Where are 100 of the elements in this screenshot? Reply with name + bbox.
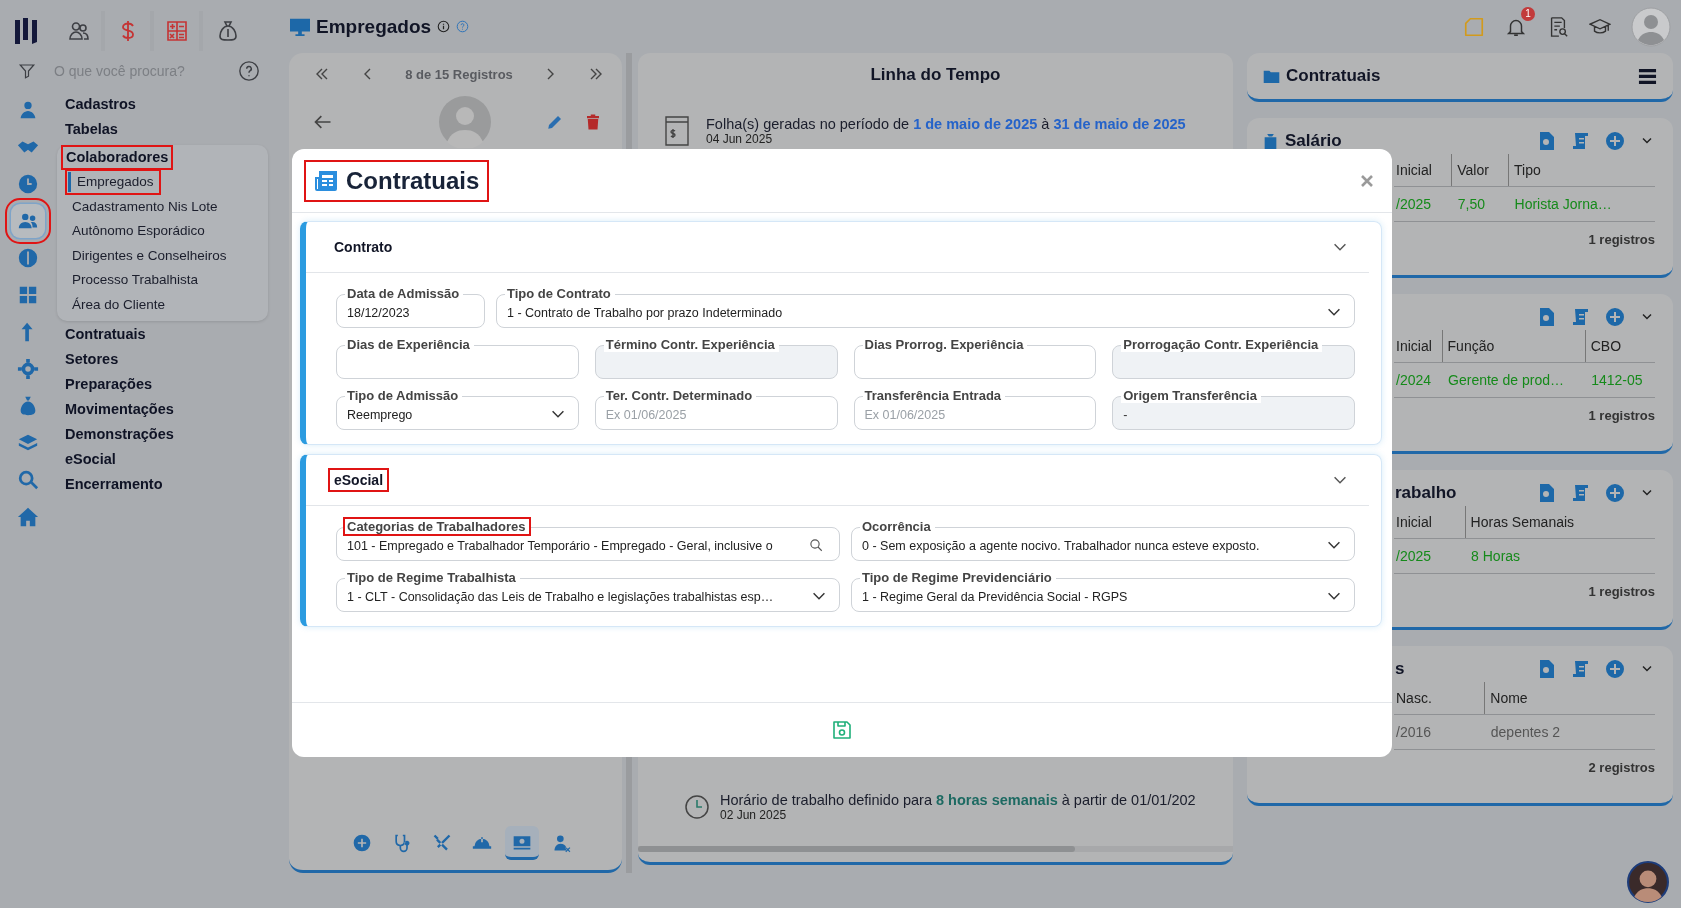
add-icon[interactable] — [1605, 131, 1625, 151]
submenu-item[interactable]: Autônomo Esporádico — [66, 219, 209, 244]
first-page-icon[interactable] — [314, 66, 330, 82]
field-label: Data de Admissão — [345, 286, 464, 301]
menu-item[interactable]: Tabelas — [62, 117, 121, 142]
event-date: 04 Jun 2025 — [706, 132, 774, 146]
select-field[interactable]: 0 - Sem exposição a agente nocivo. Trabalhador nunca esteve exposto. — [862, 536, 1321, 556]
help-icon[interactable] — [238, 60, 260, 82]
document-search-icon[interactable] — [1537, 659, 1557, 679]
scroll-icon[interactable] — [1571, 659, 1591, 679]
column-header: Função — [1442, 330, 1586, 363]
select-field[interactable]: Tipo de Admissão Reemprego — [336, 387, 579, 430]
trash-icon[interactable] — [584, 113, 602, 131]
section-title[interactable]: eSocial — [328, 468, 390, 492]
info-icon[interactable] — [437, 20, 451, 33]
home-icon — [16, 506, 39, 528]
text-field[interactable]: Ex 01/06/2025 — [864, 405, 1087, 425]
tools-icon — [431, 833, 452, 853]
select-field[interactable]: Tipo de Contrato 1 - Contrato de Trabalho por prazo Indeterminado — [496, 285, 1355, 328]
panel-title: Contratuais — [1286, 66, 1381, 86]
monitor-icon — [289, 16, 311, 37]
select-field[interactable]: Tipo de Regime Previdenciário 1 - Regime Geral da Previdência Social - RGPS — [851, 569, 1355, 612]
menu-icon[interactable] — [1638, 66, 1657, 86]
column-header: Inicial — [1394, 330, 1443, 363]
modal-title: Contratuais — [346, 166, 480, 195]
folder-icon — [1263, 68, 1280, 84]
document-search-icon[interactable] — [1537, 131, 1557, 151]
add-icon[interactable] — [1605, 307, 1625, 327]
column-header: Nome — [1484, 682, 1655, 715]
timeline-event: Horário de trabalho definido para 8 horas semanais à partir de 01/01/202 — [720, 792, 1196, 808]
select-field[interactable]: 1 - Regime Geral da Previdência Social - RGPS — [862, 587, 1321, 607]
menu-item[interactable]: Preparações — [62, 372, 156, 397]
field-label: Dias de Experiência — [345, 337, 474, 352]
submenu-item[interactable]: Área do Cliente — [66, 292, 170, 317]
field-label: Tipo de Regime Previdenciário — [860, 570, 1056, 585]
field-label: Categorias de Trabalhadores — [345, 519, 530, 534]
text-field[interactable]: Transferência Entrada Ex 01/06/2025 — [853, 387, 1097, 430]
field-label: Prorrogação Contr. Experiência — [1121, 337, 1323, 352]
clock-icon — [16, 173, 39, 195]
submenu-item[interactable]: Cadastramento Nis Lote — [66, 194, 222, 219]
scroll-icon[interactable] — [1571, 307, 1591, 327]
save-button[interactable] — [830, 718, 854, 742]
submenu-item[interactable]: Dirigentes e Conselheiros — [66, 243, 231, 268]
text-field[interactable]: Ex 01/06/2025 — [605, 405, 828, 425]
text-field[interactable]: Dias Prorrog. Experiência — [853, 336, 1097, 379]
assistant-avatar[interactable] — [1627, 861, 1669, 903]
text-field[interactable]: Ter. Contr. Determinado Ex 01/06/2025 — [594, 387, 838, 430]
record-count: 1 registros — [1588, 407, 1655, 423]
menu-item[interactable]: eSocial — [62, 447, 119, 472]
search-field[interactable]: 101 - Empregado e Trabalhador Temporário - Empregado - Geral, inclusive o — [347, 536, 806, 556]
menu-item[interactable]: Cadastros — [62, 92, 139, 117]
document-search-icon[interactable] — [1537, 483, 1557, 503]
filter-icon[interactable] — [18, 62, 36, 80]
submenu-item[interactable]: Processo Trabalhista — [66, 268, 203, 293]
calculator-icon — [164, 19, 189, 43]
card-title: Salário — [1285, 131, 1342, 151]
timeline-event: Folha(s) geradas no período de 1 de maio de 2025 à 31 de maio de 2025 — [706, 116, 1186, 132]
table-cell: 7,50 — [1451, 186, 1509, 222]
select-field[interactable]: Reemprego — [347, 405, 545, 425]
gear-icon — [16, 358, 39, 380]
add-icon[interactable] — [1605, 659, 1625, 679]
menu-item[interactable]: Contratuais — [62, 322, 149, 347]
record-counter: 8 de 15 Registros — [405, 66, 513, 82]
menu-item[interactable]: Colaboradores — [63, 147, 172, 168]
field-label: Transferência Entrada — [862, 388, 1006, 403]
table-cell: 1412-05 — [1585, 362, 1655, 398]
field-label: Ocorrência — [860, 519, 935, 534]
card-title: s — [1395, 659, 1405, 679]
menu-item[interactable]: Demonstrações — [62, 422, 177, 447]
select-field[interactable]: Tipo de Regime Trabalhista 1 - CLT - Consolidação das Leis de Trabalho e legislações trabalhistas esp… — [336, 569, 840, 612]
submenu-item[interactable]: Empregados — [68, 172, 158, 192]
document-search-icon[interactable] — [1537, 307, 1557, 327]
column-header: Horas Semanais — [1465, 506, 1655, 539]
clock-icon — [684, 792, 710, 822]
select-field[interactable]: 1 - CLT - Consolidação das Leis de Trabalho e legislações trabalhistas esp… — [347, 587, 806, 607]
column-header: Valor — [1451, 154, 1509, 187]
timeline-title: Linha do Tempo — [869, 64, 1002, 86]
add-icon[interactable] — [1605, 483, 1625, 503]
table-cell: Gerente de prod… — [1442, 362, 1586, 398]
menu-item[interactable]: Movimentações — [62, 397, 177, 422]
search-field[interactable]: Categorias de Trabalhadores 101 - Empregado e Trabalhador Temporário - Empregado - Geral, inclusive o — [336, 518, 840, 561]
select-field[interactable]: Ocorrência 0 - Sem exposição a agente nocivo. Trabalhador nunca esteve exposto. — [851, 518, 1355, 561]
scroll-icon[interactable] — [1571, 131, 1591, 151]
pencil-icon[interactable] — [546, 113, 564, 131]
search-icon — [809, 538, 824, 553]
help-icon[interactable] — [456, 20, 470, 33]
tab-button[interactable] — [504, 826, 539, 860]
text-field[interactable]: 18/12/2023 — [347, 303, 475, 323]
text-field[interactable]: Data de Admissão 18/12/2023 — [336, 285, 485, 328]
field-label: Término Contr. Experiência — [603, 337, 779, 352]
section-title[interactable]: Contrato — [328, 235, 399, 259]
menu-item[interactable]: Setores — [62, 347, 122, 372]
record-count: 2 registros — [1588, 759, 1655, 775]
scroll-icon[interactable] — [1571, 483, 1591, 503]
table-cell: Horista Jorna… — [1508, 186, 1655, 222]
menu-item[interactable]: Encerramento — [62, 472, 166, 497]
text-field[interactable]: Dias de Experiência — [336, 336, 579, 379]
select-field[interactable]: 1 - Contrato de Trabalho por prazo Indeterminado — [507, 303, 1321, 323]
table-cell: depentes 2 — [1484, 714, 1655, 750]
avatar-icon[interactable] — [1631, 6, 1671, 47]
